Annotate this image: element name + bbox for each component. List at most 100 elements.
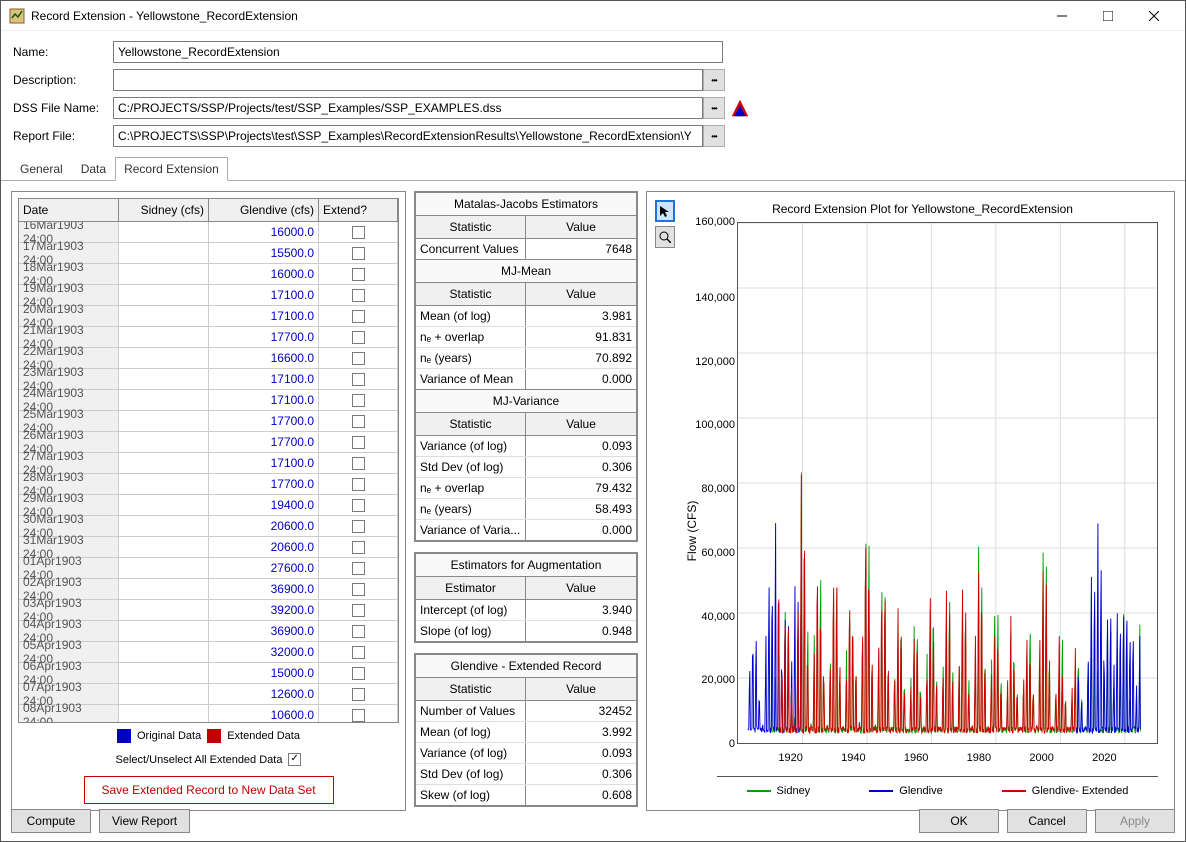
cell-extend[interactable] <box>319 411 398 431</box>
extend-checkbox[interactable] <box>352 436 365 449</box>
extend-checkbox[interactable] <box>352 709 365 722</box>
extend-checkbox[interactable] <box>352 352 365 365</box>
cell-glendive[interactable]: 17100.0 <box>209 453 319 473</box>
cell-extend[interactable] <box>319 579 398 599</box>
cell-extend[interactable] <box>319 537 398 557</box>
name-input[interactable] <box>113 41 723 63</box>
report-file-input[interactable] <box>113 125 703 147</box>
cell-glendive[interactable]: 16000.0 <box>209 264 319 284</box>
compute-button[interactable]: Compute <box>11 809 91 833</box>
cell-sidney[interactable] <box>119 579 209 599</box>
pointer-tool[interactable] <box>655 200 675 222</box>
cell-extend[interactable] <box>319 705 398 722</box>
cell-sidney[interactable] <box>119 600 209 620</box>
cell-sidney[interactable] <box>119 222 209 242</box>
ok-button[interactable]: OK <box>919 809 999 833</box>
zoom-tool[interactable] <box>655 226 675 248</box>
extend-checkbox[interactable] <box>352 625 365 638</box>
cell-glendive[interactable]: 17100.0 <box>209 369 319 389</box>
dss-plot-icon[interactable] <box>729 97 751 119</box>
cell-extend[interactable] <box>319 453 398 473</box>
cell-sidney[interactable] <box>119 390 209 410</box>
cell-extend[interactable] <box>319 432 398 452</box>
cell-glendive[interactable]: 27600.0 <box>209 558 319 578</box>
extend-checkbox[interactable] <box>352 604 365 617</box>
extend-checkbox[interactable] <box>352 520 365 533</box>
cell-sidney[interactable] <box>119 306 209 326</box>
cell-sidney[interactable] <box>119 327 209 347</box>
cell-sidney[interactable] <box>119 243 209 263</box>
plot-area[interactable] <box>737 222 1158 744</box>
col-date[interactable]: Date <box>19 199 119 222</box>
cell-sidney[interactable] <box>119 558 209 578</box>
cell-glendive[interactable]: 20600.0 <box>209 537 319 557</box>
cell-sidney[interactable] <box>119 432 209 452</box>
extend-checkbox[interactable] <box>352 478 365 491</box>
table-row[interactable]: 08Apr1903 24:0010600.0 <box>19 705 398 722</box>
extend-checkbox[interactable] <box>352 541 365 554</box>
extend-checkbox[interactable] <box>352 247 365 260</box>
cell-sidney[interactable] <box>119 453 209 473</box>
cell-glendive[interactable]: 39200.0 <box>209 600 319 620</box>
cell-glendive[interactable]: 17100.0 <box>209 285 319 305</box>
cell-sidney[interactable] <box>119 369 209 389</box>
cell-extend[interactable] <box>319 285 398 305</box>
extend-checkbox[interactable] <box>352 583 365 596</box>
report-browse-button[interactable]: ••• <box>703 125 725 147</box>
cell-sidney[interactable] <box>119 285 209 305</box>
extend-checkbox[interactable] <box>352 331 365 344</box>
extend-checkbox[interactable] <box>352 646 365 659</box>
cell-sidney[interactable] <box>119 537 209 557</box>
cell-sidney[interactable] <box>119 705 209 722</box>
description-input[interactable] <box>113 69 703 91</box>
cell-extend[interactable] <box>319 642 398 662</box>
cell-extend[interactable] <box>319 348 398 368</box>
close-button[interactable] <box>1131 1 1177 31</box>
save-extended-button[interactable]: Save Extended Record to New Data Set <box>84 776 334 804</box>
tab-general[interactable]: General <box>11 157 72 181</box>
cell-extend[interactable] <box>319 495 398 515</box>
cell-glendive[interactable]: 17100.0 <box>209 306 319 326</box>
select-all-checkbox[interactable] <box>288 753 301 766</box>
cell-glendive[interactable]: 15500.0 <box>209 243 319 263</box>
cell-glendive[interactable]: 32000.0 <box>209 642 319 662</box>
chart-area[interactable]: Record Extension Plot for Yellowstone_Re… <box>677 198 1168 804</box>
cell-extend[interactable] <box>319 369 398 389</box>
view-report-button[interactable]: View Report <box>99 809 190 833</box>
cell-glendive[interactable]: 36900.0 <box>209 579 319 599</box>
cell-extend[interactable] <box>319 663 398 683</box>
cell-glendive[interactable]: 10600.0 <box>209 705 319 722</box>
cell-extend[interactable] <box>319 600 398 620</box>
col-glendive[interactable]: Glendive (cfs) <box>209 199 319 222</box>
cell-sidney[interactable] <box>119 348 209 368</box>
cell-sidney[interactable] <box>119 495 209 515</box>
extend-checkbox[interactable] <box>352 289 365 302</box>
cell-glendive[interactable]: 17700.0 <box>209 411 319 431</box>
extend-checkbox[interactable] <box>352 268 365 281</box>
cell-glendive[interactable]: 17700.0 <box>209 432 319 452</box>
cell-sidney[interactable] <box>119 621 209 641</box>
extend-checkbox[interactable] <box>352 394 365 407</box>
cancel-button[interactable]: Cancel <box>1007 809 1087 833</box>
table-body[interactable]: 16Mar1903 24:0016000.017Mar1903 24:00155… <box>19 222 398 722</box>
cell-extend[interactable] <box>319 621 398 641</box>
cell-glendive[interactable]: 17700.0 <box>209 474 319 494</box>
cell-glendive[interactable]: 16600.0 <box>209 348 319 368</box>
cell-sidney[interactable] <box>119 516 209 536</box>
extend-checkbox[interactable] <box>352 562 365 575</box>
cell-extend[interactable] <box>319 474 398 494</box>
cell-sidney[interactable] <box>119 642 209 662</box>
description-browse-button[interactable]: ••• <box>703 69 725 91</box>
tab-data[interactable]: Data <box>72 157 115 181</box>
cell-extend[interactable] <box>319 222 398 242</box>
extend-checkbox[interactable] <box>352 457 365 470</box>
cell-sidney[interactable] <box>119 474 209 494</box>
cell-glendive[interactable]: 36900.0 <box>209 621 319 641</box>
cell-extend[interactable] <box>319 558 398 578</box>
cell-extend[interactable] <box>319 243 398 263</box>
cell-extend[interactable] <box>319 516 398 536</box>
extend-checkbox[interactable] <box>352 667 365 680</box>
cell-glendive[interactable]: 16000.0 <box>209 222 319 242</box>
cell-sidney[interactable] <box>119 264 209 284</box>
cell-sidney[interactable] <box>119 684 209 704</box>
